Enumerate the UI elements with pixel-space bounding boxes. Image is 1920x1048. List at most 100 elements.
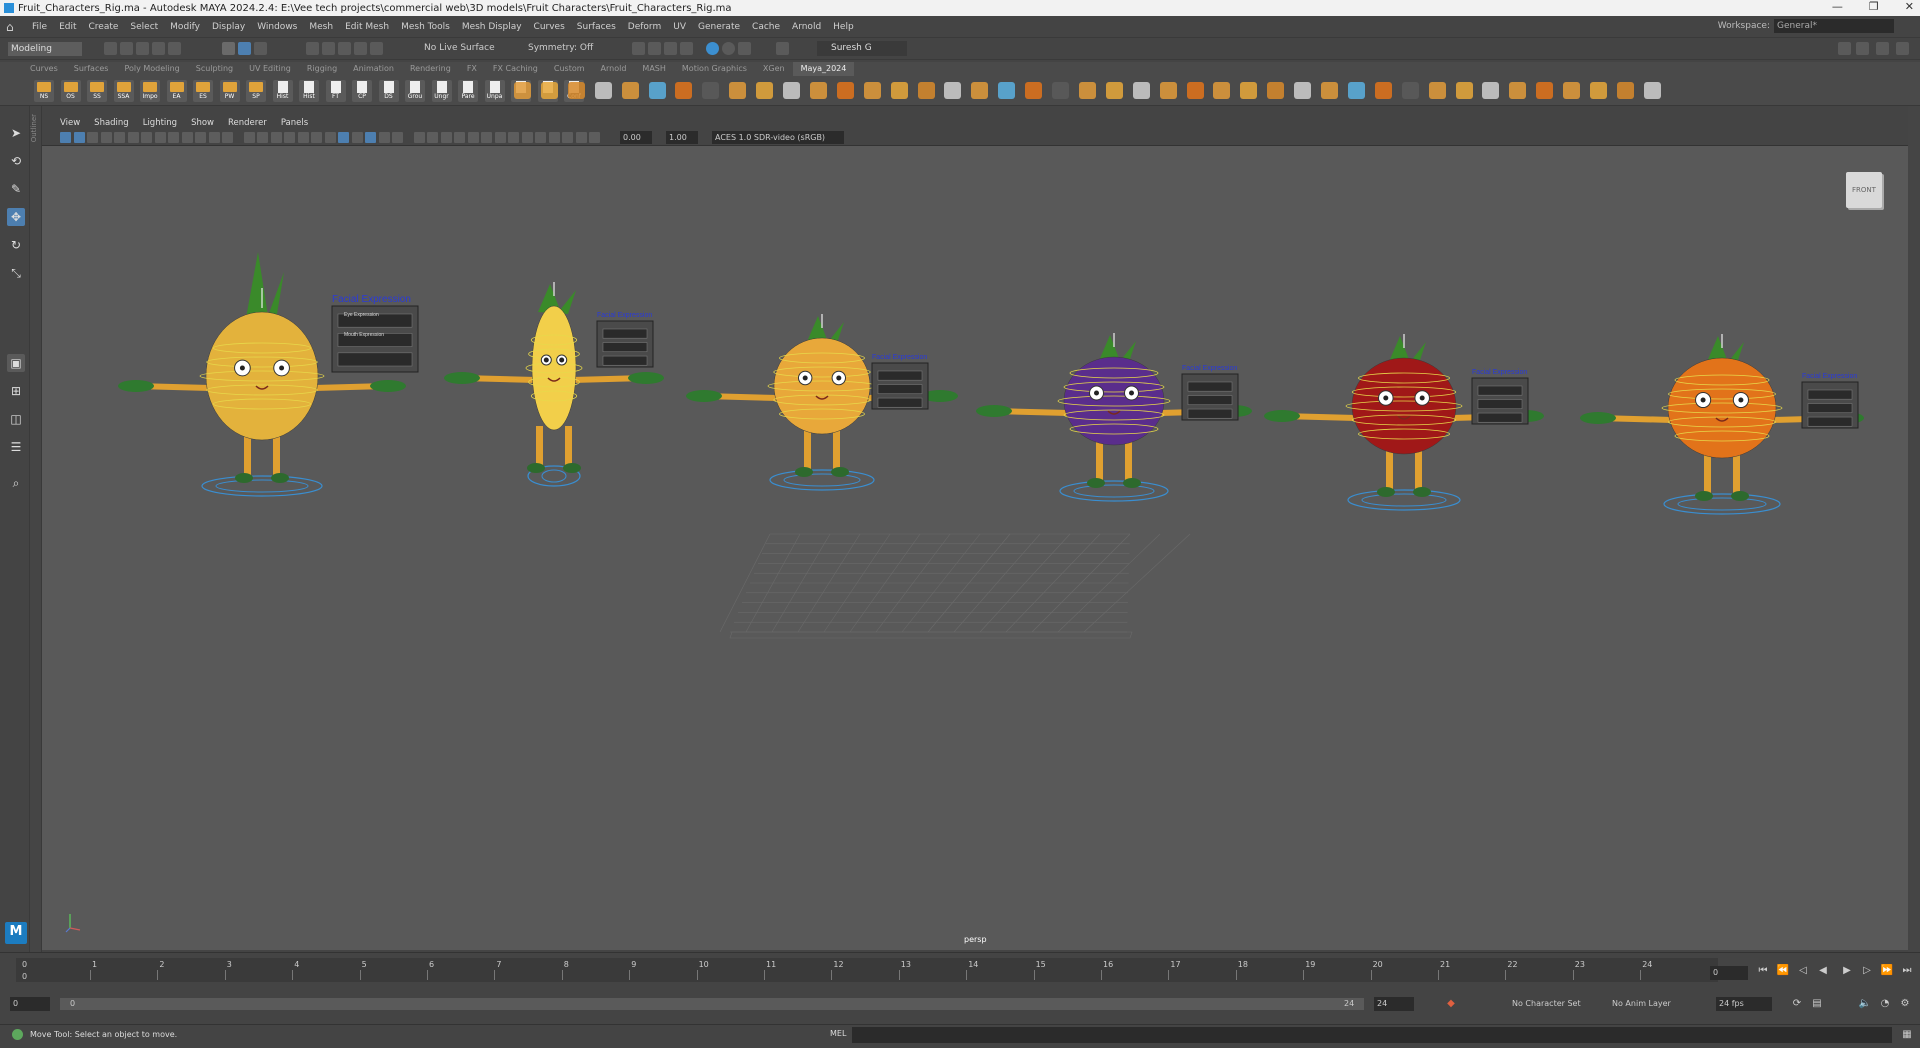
four-view-layout-icon[interactable]: ⊞: [7, 382, 25, 400]
shelf-polygon-tool-icon-7[interactable]: [702, 82, 720, 99]
panel-tool-icon-7[interactable]: [154, 132, 166, 143]
step-forward-frame-icon[interactable]: ▷: [1860, 964, 1874, 978]
shelf-tab-custom[interactable]: Custom: [546, 62, 593, 76]
panel-tool-icon-30[interactable]: [481, 132, 492, 143]
range-slider[interactable]: [60, 998, 1364, 1010]
panel-tool-icon-18[interactable]: [311, 132, 322, 143]
tool-settings-icon[interactable]: [1876, 42, 1889, 55]
panel-tool-icon-27[interactable]: [440, 132, 452, 143]
scale-tool-icon[interactable]: ⤡: [7, 264, 25, 282]
render-settings-icon[interactable]: [680, 42, 693, 55]
go-to-start-icon[interactable]: ⏮: [1756, 964, 1770, 978]
channel-box-icon[interactable]: [1896, 42, 1909, 55]
search-icon[interactable]: ⌕: [7, 474, 25, 492]
snap-grid-icon[interactable]: [306, 42, 319, 55]
menu-edit[interactable]: Edit: [59, 22, 76, 32]
open-scene-icon[interactable]: [120, 42, 133, 55]
shelf-polygon-tool-icon-8[interactable]: [729, 82, 747, 99]
panel-tool-icon-35[interactable]: [548, 132, 560, 143]
panel-tool-icon-13[interactable]: [243, 132, 255, 143]
shelf-button-hist-10[interactable]: Hist: [299, 80, 319, 102]
panel-tool-icon-14[interactable]: [257, 132, 268, 143]
shelf-polygon-tool-icon-42[interactable]: [1643, 82, 1661, 99]
shelf-polygon-tool-icon-11[interactable]: [809, 82, 827, 99]
shelf-polygon-tool-icon-25[interactable]: [1186, 82, 1204, 99]
facial-expression-panel[interactable]: Facial Expression: [1801, 373, 1859, 429]
menu-mesh[interactable]: Mesh: [309, 22, 333, 32]
panel-tool-icon-15[interactable]: [270, 132, 282, 143]
side-by-side-layout-icon[interactable]: ◫: [7, 410, 25, 428]
facial-expression-panel[interactable]: Facial Expression: [596, 312, 654, 368]
anim-layer-dropdown[interactable]: No Anim Layer: [1612, 999, 1671, 1008]
shelf-polygon-tool-icon-20[interactable]: [1052, 82, 1069, 99]
shelf-polygon-tool-icon-31[interactable]: [1347, 82, 1365, 99]
panel-tool-icon-1[interactable]: [73, 132, 85, 143]
gamma-field[interactable]: 1.00: [666, 131, 698, 144]
shelf-button-ea-5[interactable]: EA: [166, 80, 187, 102]
panel-tool-icon-33[interactable]: [521, 132, 533, 143]
sound-icon[interactable]: 🔈: [1858, 997, 1872, 1011]
shelf-polygon-tool-icon-0[interactable]: [514, 82, 531, 99]
auto-key-icon[interactable]: ◆: [1444, 997, 1458, 1011]
panel-menu-renderer[interactable]: Renderer: [228, 118, 267, 128]
shelf-tab-poly-modeling[interactable]: Poly Modeling: [116, 62, 187, 76]
time-slider-track[interactable]: [16, 958, 1718, 982]
panel-tool-icon-21[interactable]: [351, 132, 363, 143]
menu-arnold[interactable]: Arnold: [792, 22, 821, 32]
shelf-polygon-tool-icon-41[interactable]: [1616, 82, 1634, 99]
shelf-tab-sculpting[interactable]: Sculpting: [188, 62, 241, 76]
current-frame-field[interactable]: 0: [1710, 966, 1748, 980]
shelf-button-unpa-17[interactable]: Unpa: [484, 80, 505, 102]
character-orange[interactable]: Facial Expression: [1580, 334, 1864, 515]
shelf-polygon-tool-icon-18[interactable]: [998, 82, 1016, 99]
render-view-icon[interactable]: [632, 42, 645, 55]
make-live-icon[interactable]: [370, 42, 383, 55]
render-frame-icon[interactable]: [648, 42, 661, 55]
panel-tool-icon-23[interactable]: [378, 132, 390, 143]
view-cube[interactable]: FRONT: [1846, 172, 1882, 208]
shelf-polygon-tool-icon-32[interactable]: [1374, 82, 1392, 99]
shelf-polygon-tool-icon-40[interactable]: [1590, 82, 1607, 99]
select-by-hierarchy-icon[interactable]: [222, 42, 235, 55]
modeling-toolkit-icon[interactable]: [1838, 42, 1851, 55]
menu-deform[interactable]: Deform: [628, 22, 661, 32]
outliner-layout-icon[interactable]: ☰: [7, 438, 25, 456]
paint-select-icon[interactable]: ✎: [7, 180, 25, 198]
panel-tool-icon-0[interactable]: [60, 132, 71, 143]
shelf-button-es-6[interactable]: ES: [193, 80, 213, 102]
close-button[interactable]: ✕: [1905, 0, 1914, 13]
live-surface-label[interactable]: No Live Surface: [424, 43, 495, 53]
minimize-button[interactable]: —: [1832, 0, 1843, 13]
shelf-button-grou-14[interactable]: Grou: [405, 80, 425, 102]
shelf-button-ungr-15[interactable]: Ungr: [431, 80, 452, 102]
redo-icon[interactable]: [168, 42, 181, 55]
shelf-tab-uv-editing[interactable]: UV Editing: [241, 62, 299, 76]
shelf-button-ssa-3[interactable]: SSA: [113, 80, 134, 102]
panel-tool-icon-32[interactable]: [508, 132, 519, 143]
facial-expression-panel[interactable]: Facial Expression: [871, 354, 929, 410]
select-tool-icon[interactable]: ➤: [7, 124, 25, 142]
shelf-polygon-tool-icon-36[interactable]: [1482, 82, 1500, 99]
panel-tool-icon-22[interactable]: [365, 132, 376, 143]
shelf-polygon-tool-icon-10[interactable]: [783, 82, 800, 99]
mel-command-input[interactable]: [852, 1027, 1892, 1043]
shelf-polygon-tool-icon-1[interactable]: [540, 82, 558, 99]
panel-tool-icon-24[interactable]: [392, 132, 403, 143]
panel-tool-icon-9[interactable]: [181, 132, 193, 143]
shelf-polygon-tool-icon-39[interactable]: [1563, 82, 1581, 99]
shelf-button-ss-2[interactable]: SS: [87, 80, 107, 102]
shelf-tab-mash[interactable]: MASH: [634, 62, 673, 76]
range-start-field[interactable]: 0: [10, 997, 50, 1011]
shelf-tab-motion-graphics[interactable]: Motion Graphics: [674, 62, 755, 76]
fps-dropdown[interactable]: 24 fps: [1716, 997, 1772, 1011]
menu-curves[interactable]: Curves: [534, 22, 565, 32]
shelf-button-pare-16[interactable]: Pare: [458, 80, 478, 102]
home-icon[interactable]: ⌂: [6, 20, 20, 34]
character-grape[interactable]: Facial Expression: [976, 333, 1252, 502]
shelf-polygon-tool-icon-16[interactable]: [944, 82, 962, 99]
select-by-component-icon[interactable]: [254, 42, 267, 55]
character-apple[interactable]: Facial Expression: [1264, 334, 1544, 511]
panel-tool-icon-37[interactable]: [575, 132, 587, 143]
shelf-polygon-tool-icon-22[interactable]: [1105, 82, 1123, 99]
script-editor-icon[interactable]: ▦: [1900, 1028, 1914, 1042]
